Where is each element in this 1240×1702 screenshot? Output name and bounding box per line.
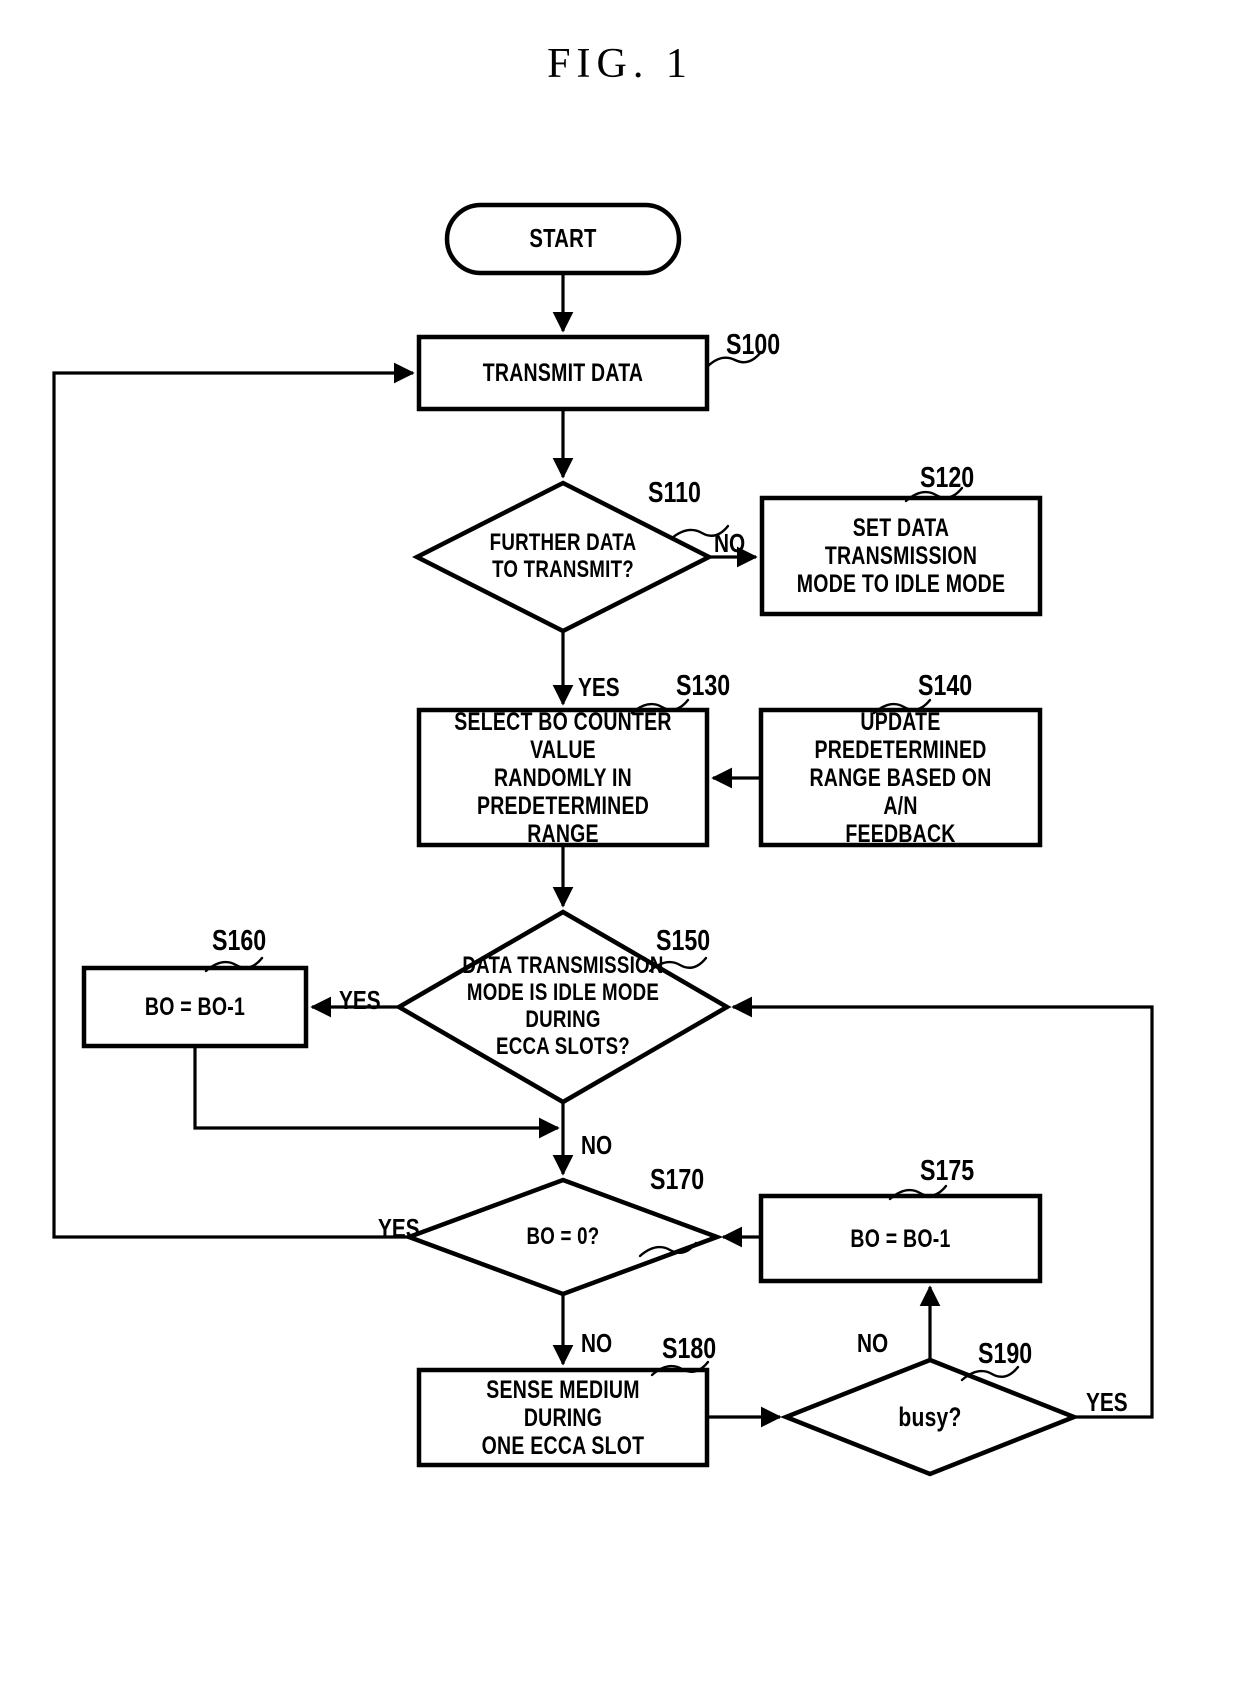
shape-s175 [758, 1193, 1043, 1284]
leader-s100 [705, 350, 763, 369]
shape-s190 [779, 1357, 1081, 1477]
shape-start [444, 202, 682, 276]
shape-s140 [758, 707, 1043, 848]
shape-s170 [402, 1177, 724, 1297]
shape-s100 [416, 334, 710, 412]
flowchart-canvas [52, 202, 1154, 1477]
shape-s130 [416, 707, 710, 848]
shape-s160 [81, 965, 309, 1049]
leader-s110 [670, 524, 730, 540]
shape-s110 [412, 480, 714, 634]
shape-s180 [416, 1367, 710, 1468]
shape-s120 [759, 495, 1043, 617]
shape-s150 [394, 909, 732, 1105]
edge-s170-s100 [52, 362, 415, 1239]
figure-page: FIG. 1 START TRANSMIT DATA FURTHER DATA … [0, 0, 1240, 1702]
